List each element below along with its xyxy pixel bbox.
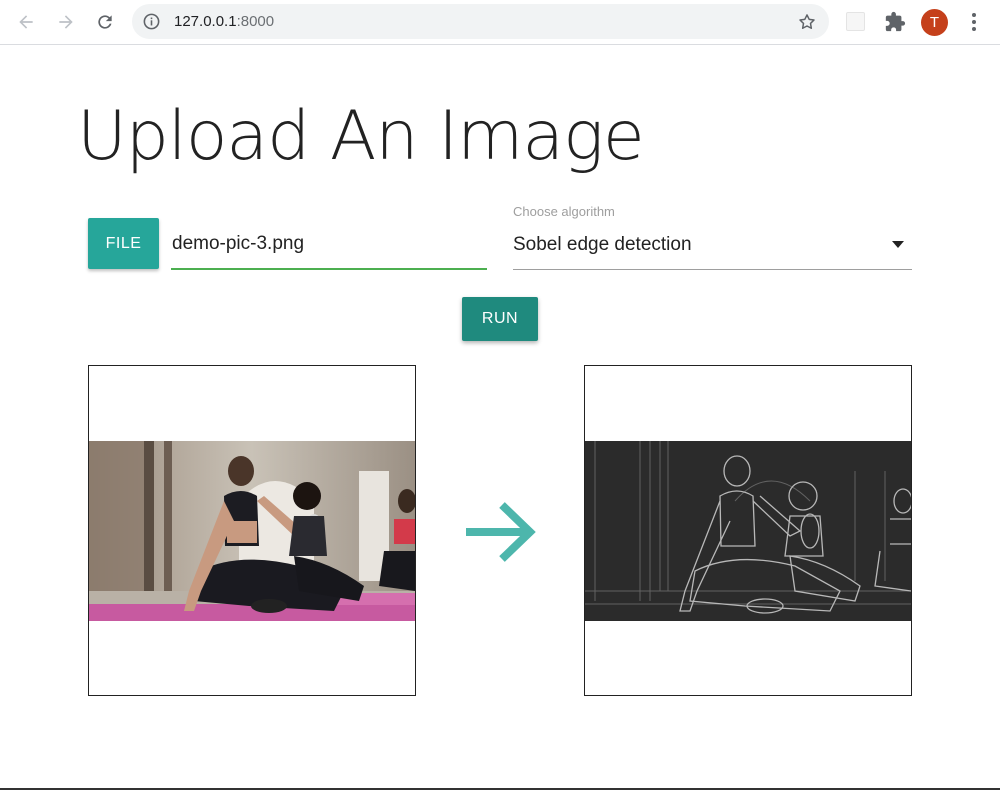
reload-icon (98, 15, 112, 29)
forward-icon (59, 15, 73, 29)
site-info-icon[interactable] (142, 12, 161, 31)
extensions-puzzle-icon[interactable] (884, 11, 906, 33)
output-image-frame (584, 365, 912, 696)
profile-avatar[interactable]: T (921, 9, 948, 36)
address-bar[interactable]: 127.0.0.1:8000 (132, 4, 829, 39)
bookmark-star-icon[interactable] (797, 12, 817, 32)
url-text: 127.0.0.1:8000 (174, 4, 274, 39)
output-image (585, 441, 911, 621)
forward-button[interactable] (50, 6, 82, 38)
input-image (89, 441, 415, 621)
arrow-right-icon (466, 502, 536, 562)
page-title: Upload An Image (77, 97, 645, 176)
run-button[interactable]: RUN (462, 297, 538, 341)
input-image-frame (88, 365, 416, 696)
file-button[interactable]: FILE (88, 218, 159, 269)
algorithm-select[interactable]: Choose algorithm Sobel edge detection (513, 200, 912, 270)
file-path-input[interactable]: demo-pic-3.png (171, 224, 487, 270)
chevron-down-icon[interactable] (892, 241, 904, 249)
menu-kebab-icon[interactable] (964, 11, 984, 33)
browser-toolbar: 127.0.0.1:8000 T (0, 0, 1000, 45)
algorithm-selected-value[interactable]: Sobel edge detection (513, 230, 912, 270)
url-port: :8000 (236, 13, 275, 30)
back-icon (19, 15, 33, 29)
algorithm-label: Choose algorithm (513, 204, 615, 219)
url-host: 127.0.0.1 (174, 13, 237, 30)
back-button[interactable] (10, 6, 42, 38)
extension-icon[interactable] (846, 12, 865, 31)
reload-button[interactable] (89, 6, 121, 38)
